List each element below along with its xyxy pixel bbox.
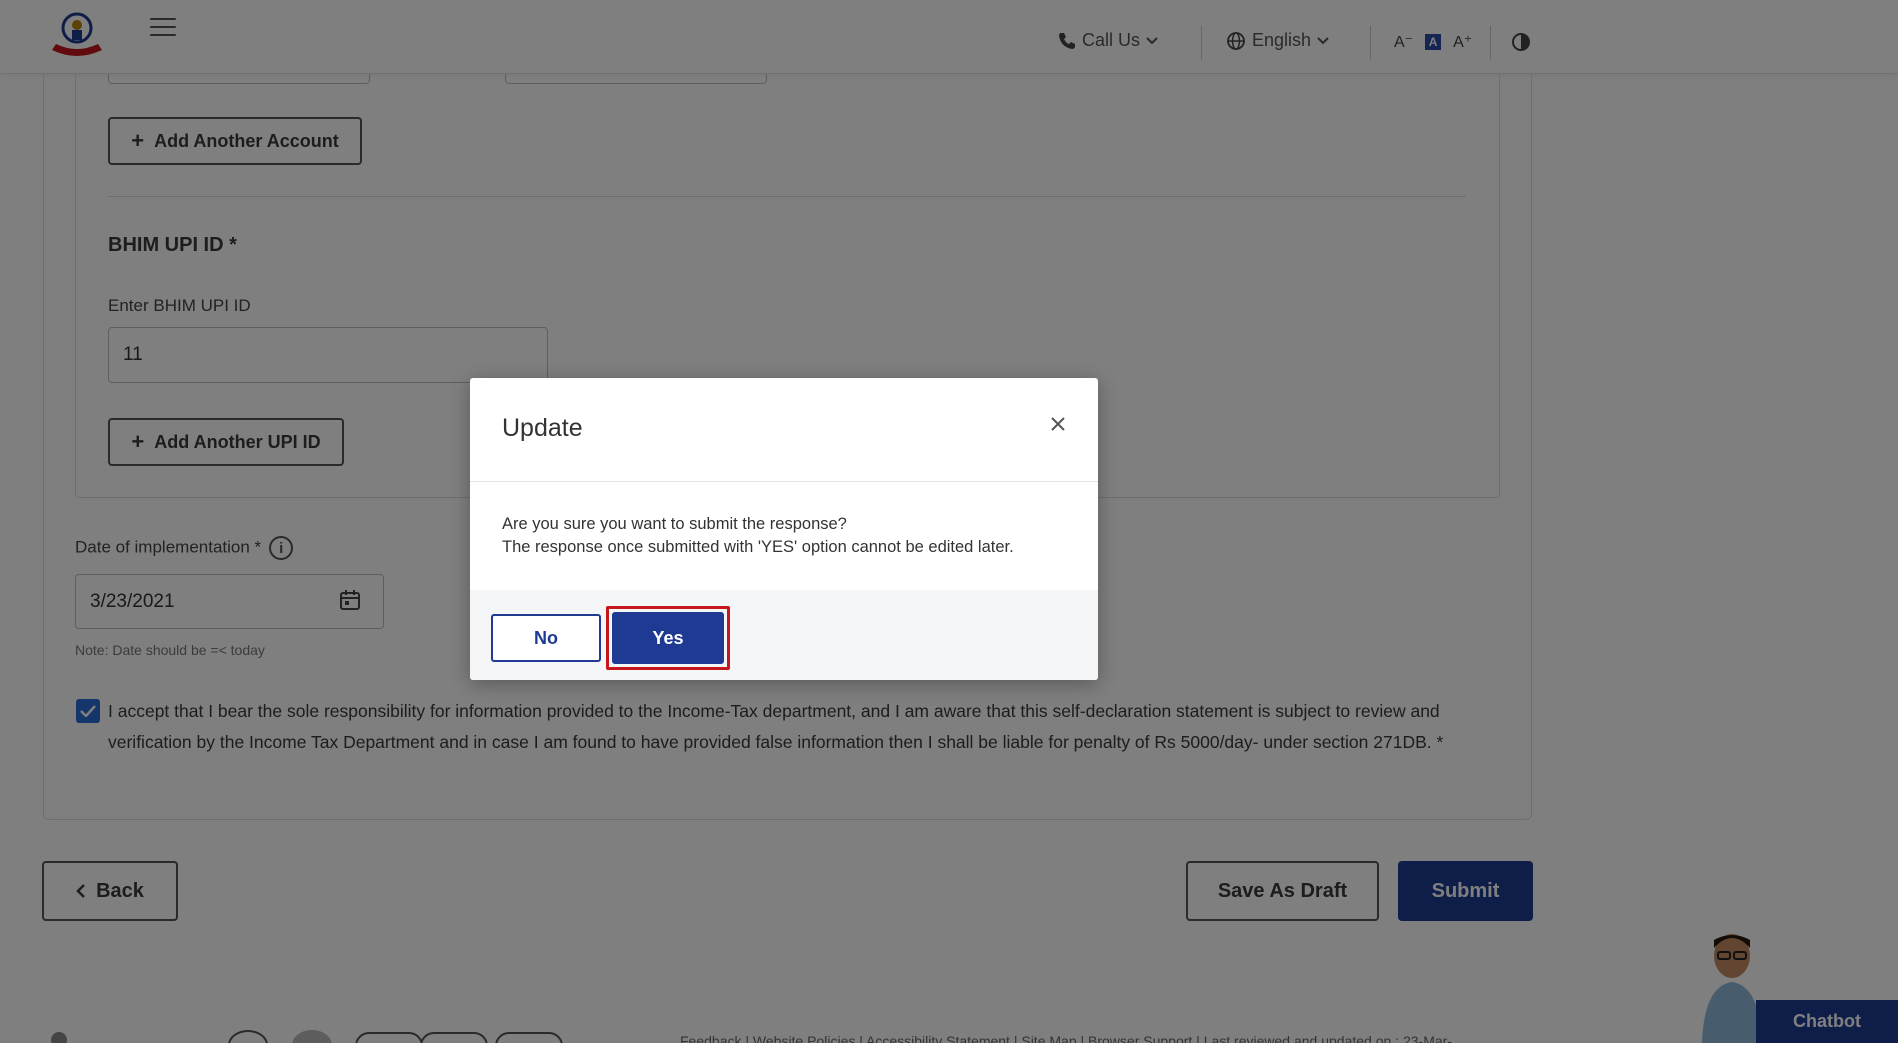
- dialog-message: Are you sure you want to submit the resp…: [502, 513, 1014, 559]
- dialog-message-line2: The response once submitted with 'YES' o…: [502, 538, 1014, 556]
- no-button[interactable]: No: [491, 614, 601, 662]
- yes-button[interactable]: Yes: [612, 612, 724, 664]
- yes-label: Yes: [652, 627, 684, 648]
- dialog-message-line1: Are you sure you want to submit the resp…: [502, 515, 847, 533]
- dialog-divider: [470, 481, 1098, 482]
- update-dialog: Update Are you sure you want to submit t…: [470, 378, 1098, 680]
- close-icon[interactable]: [1048, 414, 1068, 434]
- no-label: No: [534, 627, 558, 648]
- dialog-footer: No Yes: [470, 590, 1098, 680]
- dialog-title: Update: [502, 414, 583, 442]
